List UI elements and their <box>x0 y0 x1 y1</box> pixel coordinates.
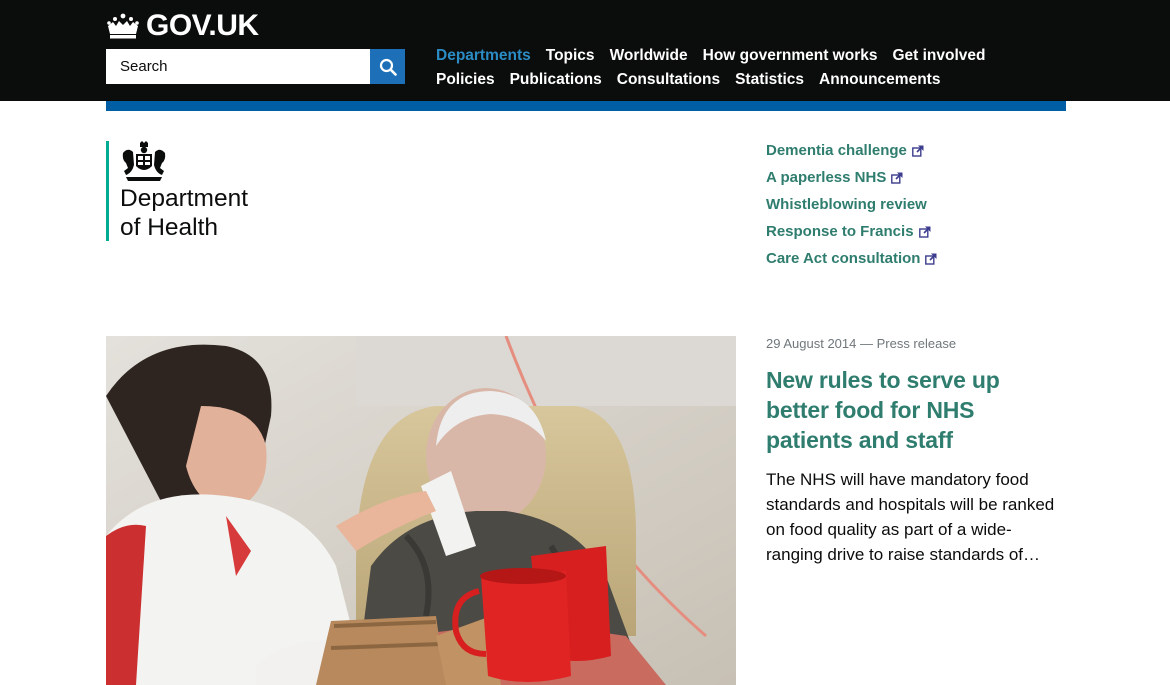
nav-statistics[interactable]: Statistics <box>735 71 804 89</box>
search-form <box>106 49 405 84</box>
nav-get-involved[interactable]: Get involved <box>892 47 985 65</box>
govuk-logo-link[interactable]: GOV.UK <box>106 10 259 42</box>
featured-link-label: Care Act consultation <box>766 250 921 267</box>
story-meta: 29 August 2014 — Press release <box>766 336 957 351</box>
featured-link-response-to-francis[interactable]: Response to Francis <box>766 223 931 240</box>
header-rule <box>106 101 1066 111</box>
organisation-logo: Department of Health <box>106 141 248 241</box>
story-summary: The NHS will have mandatory food standar… <box>766 470 1055 564</box>
nav-announcements[interactable]: Announcements <box>819 71 940 89</box>
logo-text: GOV.UK <box>146 9 259 42</box>
feature-photo <box>106 336 736 685</box>
featured-link-care-act-consultation[interactable]: Care Act consultation <box>766 250 937 267</box>
feature-story: 29 August 2014 — Press release New rules… <box>766 336 1066 567</box>
nav-publications[interactable]: Publications <box>510 71 602 89</box>
site-header: GOV.UK Departments Topics Worldwide How … <box>0 0 1170 101</box>
featured-link-item: Dementia challenge <box>766 142 937 169</box>
featured-link-whistleblowing-review[interactable]: Whistleblowing review <box>766 196 927 213</box>
featured-link-item: Response to Francis <box>766 223 937 250</box>
featured-links-list: Dementia challenge A paperless NHS Whist… <box>766 142 937 277</box>
nav-topics[interactable]: Topics <box>546 47 595 65</box>
nav-how-government-works[interactable]: How government works <box>703 47 878 65</box>
featured-link-label: Whistleblowing review <box>766 196 927 213</box>
featured-link-label: Dementia challenge <box>766 142 907 159</box>
featured-link-item: A paperless NHS <box>766 169 937 196</box>
featured-link-dementia-challenge[interactable]: Dementia challenge <box>766 142 924 159</box>
featured-link-item: Care Act consultation <box>766 250 937 277</box>
search-button[interactable] <box>370 49 405 84</box>
feature-story-image[interactable] <box>106 336 736 685</box>
featured-link-item: Whistleblowing review <box>766 196 937 223</box>
nav-departments[interactable]: Departments <box>436 47 531 65</box>
nav-consultations[interactable]: Consultations <box>617 71 720 89</box>
nav-worldwide[interactable]: Worldwide <box>610 47 688 65</box>
external-link-icon <box>911 145 924 157</box>
nav-row-primary: Departments Topics Worldwide How governm… <box>436 44 1056 68</box>
coat-of-arms-icon <box>122 141 166 181</box>
organisation-name-line-1: Department <box>120 185 249 212</box>
organisation-name: Department of Health <box>120 184 248 242</box>
featured-link-label: Response to Francis <box>766 223 914 240</box>
featured-link-paperless-nhs[interactable]: A paperless NHS <box>766 169 903 186</box>
nav-policies[interactable]: Policies <box>436 71 495 89</box>
story-title-link[interactable]: New rules to serve up better food for NH… <box>766 365 1066 455</box>
external-link-icon <box>918 226 931 238</box>
external-link-icon <box>925 253 937 265</box>
main-navigation: Departments Topics Worldwide How governm… <box>436 44 1056 92</box>
search-input[interactable] <box>106 49 370 84</box>
organisation-name-line-2: of Health <box>120 214 219 241</box>
nav-row-secondary: Policies Publications Consultations Stat… <box>436 68 1056 92</box>
crown-icon <box>107 13 139 39</box>
featured-link-label: A paperless NHS <box>766 169 887 186</box>
external-link-icon <box>891 172 903 184</box>
search-icon <box>379 58 397 76</box>
